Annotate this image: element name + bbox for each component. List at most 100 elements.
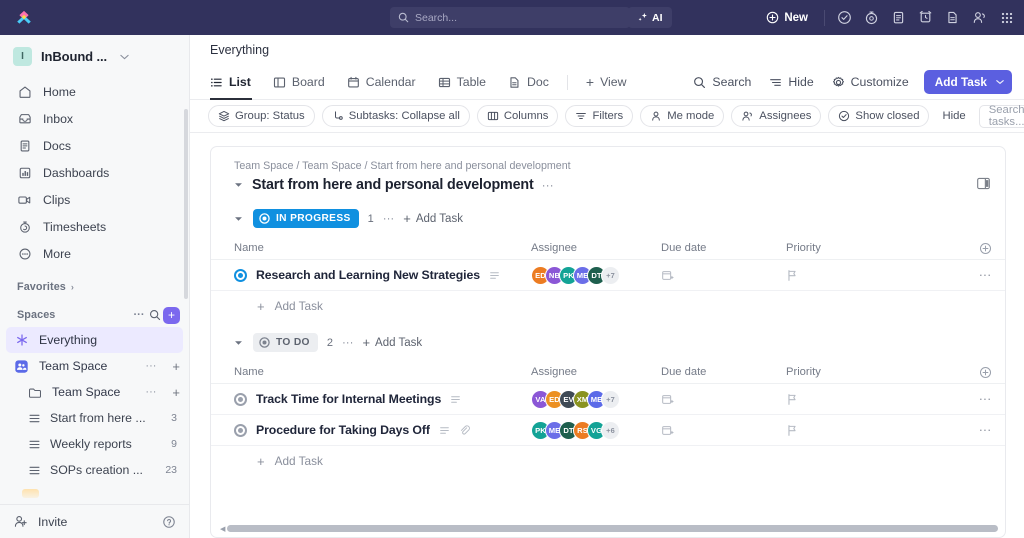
table-row[interactable]: Procedure for Taking Days Off PK ME DT R…	[211, 415, 1005, 446]
plus-icon: +	[257, 453, 265, 469]
filters-chip[interactable]: Filters	[565, 105, 634, 127]
sidebar-item-timesheets[interactable]: Timesheets	[0, 213, 189, 240]
group-status-chip[interactable]: Group: Status	[208, 105, 315, 127]
favorites-section-header[interactable]: Favorites ›	[0, 275, 189, 299]
assignee-avatars[interactable]: ED NB PK ME DT +7	[531, 265, 661, 285]
spaces-search-icon[interactable]	[147, 309, 163, 321]
ai-button[interactable]: AI	[628, 7, 672, 28]
sidebar-item-team-space-folder[interactable]: Team Space ··· +	[0, 379, 189, 405]
hide-button[interactable]: Hide	[760, 69, 822, 95]
hide-filter-button[interactable]: Hide	[936, 110, 971, 122]
workspace-switcher[interactable]: I InBound ...	[0, 35, 189, 76]
tab-list[interactable]: List	[208, 65, 262, 100]
add-column-button[interactable]	[965, 242, 1005, 255]
add-space-button[interactable]: +	[163, 306, 180, 324]
document-icon[interactable]	[939, 0, 966, 35]
add-column-button[interactable]	[965, 366, 1005, 379]
group-add-task-button[interactable]: + Add Task	[362, 336, 422, 349]
group-collapse-icon[interactable]	[234, 340, 244, 346]
help-icon[interactable]	[162, 515, 176, 529]
add-task-row[interactable]: + Add Task	[211, 446, 1005, 476]
assignees-chip[interactable]: Assignees	[731, 105, 822, 127]
horizontal-scrollbar[interactable]: ◀	[212, 525, 1004, 533]
plus-icon: +	[257, 298, 265, 314]
invite-bar[interactable]: Invite	[0, 504, 189, 538]
avatar-overflow-count[interactable]: +6	[601, 420, 620, 440]
add-task-button[interactable]: Add Task	[923, 70, 1012, 94]
spaces-more-icon[interactable]: ···	[131, 309, 147, 321]
status-badge[interactable]: TO DO	[253, 333, 318, 352]
new-button[interactable]: New	[756, 0, 818, 35]
table-row[interactable]: Track Time for Internal Meetings VA ED E…	[211, 384, 1005, 415]
clipboard-icon[interactable]	[885, 0, 912, 35]
row-more-icon[interactable]: ···	[965, 268, 1005, 282]
task-status-icon[interactable]	[234, 392, 247, 406]
due-date-cell[interactable]	[661, 393, 786, 406]
chevron-down-icon[interactable]	[996, 79, 1004, 85]
sidebar-item-home[interactable]: Home	[0, 78, 189, 105]
tab-calendar[interactable]: Calendar	[336, 65, 427, 100]
search-tasks-input[interactable]: Search tasks...	[978, 104, 1024, 128]
group-add-task-button[interactable]: + Add Task	[403, 212, 463, 225]
task-status-icon[interactable]	[234, 268, 247, 282]
sidebar-item-team-space[interactable]: Team Space ··· +	[0, 353, 189, 379]
priority-cell[interactable]	[786, 269, 965, 282]
sidebar-item-everything[interactable]: Everything	[6, 327, 183, 353]
sidebar-scrollbar[interactable]	[184, 109, 188, 299]
tab-board[interactable]: Board	[262, 65, 336, 100]
collapse-triangle-icon[interactable]	[234, 182, 244, 188]
scrollbar-thumb[interactable]	[227, 525, 998, 532]
sidebar-panel-icon[interactable]	[973, 173, 993, 193]
group-collapse-icon[interactable]	[234, 216, 244, 222]
me-mode-chip[interactable]: Me mode	[640, 105, 725, 127]
task-status-icon[interactable]	[234, 423, 247, 437]
avatar-overflow-count[interactable]: +7	[601, 389, 620, 409]
more-icon	[17, 247, 32, 261]
search-view-button[interactable]: Search	[684, 69, 760, 95]
columns-chip[interactable]: Columns	[476, 105, 559, 127]
row-more-icon[interactable]: ···	[965, 392, 1005, 406]
sidebar-item-inbox[interactable]: Inbox	[0, 105, 189, 132]
add-view-button[interactable]: + View	[575, 65, 638, 100]
tab-table[interactable]: Table	[427, 65, 497, 100]
priority-cell[interactable]	[786, 393, 965, 406]
clickup-logo[interactable]	[0, 9, 48, 27]
list-icon	[28, 464, 41, 477]
subtasks-chip[interactable]: Subtasks: Collapse all	[321, 105, 470, 127]
folder-add-icon[interactable]: +	[172, 385, 180, 400]
add-task-row[interactable]: + Add Task	[211, 291, 1005, 321]
sidebar-item-sops-creation[interactable]: SOPs creation ... 23	[0, 457, 189, 483]
people-icon[interactable]	[966, 0, 993, 35]
sidebar-item-clips[interactable]: Clips	[0, 186, 189, 213]
check-circle-icon[interactable]	[831, 0, 858, 35]
sidebar-item-more[interactable]: More	[0, 240, 189, 267]
group-more-icon[interactable]: ···	[342, 337, 354, 349]
list-title-more-icon[interactable]: ···	[542, 178, 554, 192]
customize-button[interactable]: Customize	[823, 69, 918, 95]
tab-doc[interactable]: Doc	[497, 65, 560, 100]
avatar-overflow-count[interactable]: +7	[601, 265, 620, 285]
sidebar-item-start-from-here[interactable]: Start from here ... 3	[0, 405, 189, 431]
stopwatch-icon[interactable]	[858, 0, 885, 35]
global-search-input[interactable]: Search...	[390, 7, 630, 28]
chevron-down-icon[interactable]	[120, 54, 129, 60]
sidebar-item-weekly-reports[interactable]: Weekly reports 9	[0, 431, 189, 457]
row-more-icon[interactable]: ···	[965, 423, 1005, 437]
show-closed-chip[interactable]: Show closed	[828, 105, 930, 127]
team-space-add-icon[interactable]: +	[172, 359, 180, 374]
assignee-avatars[interactable]: PK ME DT RS VG +6	[531, 420, 661, 440]
apps-grid-icon[interactable]	[993, 0, 1020, 35]
sidebar-item-dashboards[interactable]: Dashboards	[0, 159, 189, 186]
status-badge[interactable]: IN PROGRESS	[253, 209, 359, 228]
priority-cell[interactable]	[786, 424, 965, 437]
sidebar-item-docs[interactable]: Docs	[0, 132, 189, 159]
group-more-icon[interactable]: ···	[383, 213, 395, 225]
assignee-avatars[interactable]: VA ED EV XM ME +7	[531, 389, 661, 409]
team-space-more-icon[interactable]: ···	[145, 360, 156, 372]
table-row[interactable]: Research and Learning New Strategies ED …	[211, 260, 1005, 291]
due-date-cell[interactable]	[661, 269, 786, 282]
alarm-icon[interactable]	[912, 0, 939, 35]
scroll-left-arrow-icon[interactable]: ◀	[218, 525, 227, 533]
due-date-cell[interactable]	[661, 424, 786, 437]
folder-more-icon[interactable]: ···	[145, 386, 156, 398]
